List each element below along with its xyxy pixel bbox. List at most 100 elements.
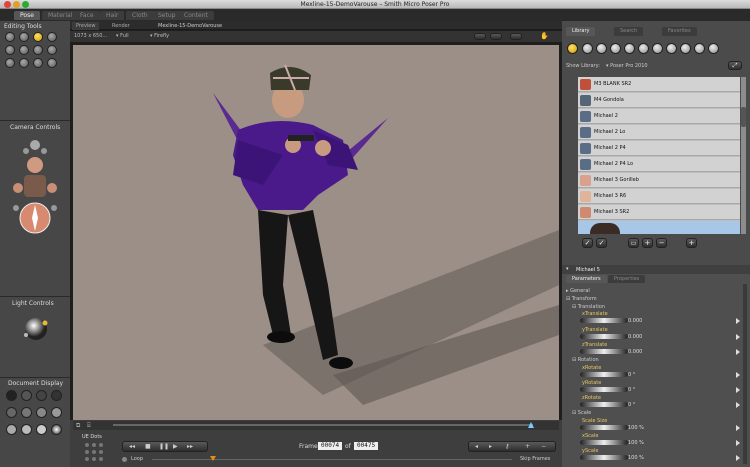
figures-category-icon[interactable]: [567, 43, 578, 54]
list-item[interactable]: Michael 3 SR2: [578, 205, 740, 220]
keyframes-icon[interactable]: ⧉: [76, 422, 80, 430]
list-item[interactable]: Michael 2 P4 Lo: [578, 157, 740, 172]
expressions-category-icon[interactable]: [596, 43, 607, 54]
previous-keyframe-button[interactable]: ◂: [475, 443, 478, 450]
param-dial[interactable]: [580, 455, 628, 460]
direct-manipulation-tool-icon[interactable]: [33, 58, 43, 68]
key-icon[interactable]: ⚷: [505, 443, 509, 450]
group-scale[interactable]: ⊟ Scale: [572, 410, 591, 416]
apply-add-icon[interactable]: ✓: [596, 238, 607, 248]
hair-category-icon[interactable]: [610, 43, 621, 54]
remove-keyframe-button[interactable]: −: [541, 443, 546, 450]
fast-forward-button[interactable]: ▸▸: [187, 443, 193, 450]
tab-material[interactable]: Material: [42, 11, 79, 20]
library-scrollbar[interactable]: [741, 77, 746, 234]
3d-scene[interactable]: [73, 45, 559, 420]
tab-preview[interactable]: Preview: [72, 22, 100, 30]
play-button[interactable]: ▶: [173, 443, 178, 450]
twist-tool-icon[interactable]: [19, 32, 29, 42]
scrollbar-thumb[interactable]: [741, 107, 746, 127]
param-menu-icon[interactable]: [736, 402, 740, 408]
add-to-library-icon[interactable]: +: [642, 238, 653, 248]
param-menu-icon[interactable]: [736, 425, 740, 431]
tab-parameters[interactable]: Parameters: [566, 275, 607, 283]
sketch-style-icon[interactable]: [51, 424, 62, 435]
wireframe-style-icon[interactable]: [36, 390, 47, 401]
param-value[interactable]: 0.000: [628, 334, 642, 340]
lights-category-icon[interactable]: [652, 43, 663, 54]
param-dial[interactable]: [580, 372, 628, 377]
stop-button[interactable]: ■: [145, 443, 151, 450]
add-keyframe-button[interactable]: +: [525, 443, 530, 450]
hidden-line-style-icon[interactable]: [51, 390, 62, 401]
materials-category-icon[interactable]: [680, 43, 691, 54]
timeline-scrubber-track[interactable]: [73, 421, 559, 430]
cameras-category-icon[interactable]: [666, 43, 677, 54]
show-library-dropdown[interactable]: ▾ Poser Pro 2010: [606, 63, 648, 69]
smooth-lined-style-icon[interactable]: [21, 424, 32, 435]
translate-tool-icon[interactable]: [33, 32, 43, 42]
camera-controls[interactable]: [8, 133, 62, 243]
render-engine-dropdown[interactable]: ▾ Firefly: [150, 33, 169, 39]
select-tool-icon[interactable]: [47, 58, 57, 68]
group-transform[interactable]: ⊟ Transform: [566, 296, 597, 302]
camera-select-icon[interactable]: [490, 33, 502, 40]
collections-category-icon[interactable]: [708, 43, 719, 54]
list-item[interactable]: Michael 2: [578, 109, 740, 124]
light-controls[interactable]: [22, 315, 50, 343]
close-window-button[interactable]: [4, 1, 11, 8]
grab-hand-icon[interactable]: ✋: [540, 32, 549, 40]
param-value[interactable]: 100 %: [628, 455, 644, 461]
collapse-icon[interactable]: ▾: [566, 266, 569, 272]
props-category-icon[interactable]: [638, 43, 649, 54]
graph-icon[interactable]: ⌸: [87, 422, 91, 430]
param-menu-icon[interactable]: [736, 318, 740, 324]
rewind-button[interactable]: ◂◂: [129, 443, 135, 450]
tab-cloth[interactable]: Cloth: [126, 11, 154, 20]
folder-icon[interactable]: ▭: [628, 238, 639, 248]
group-general[interactable]: ▸ General: [566, 288, 590, 294]
param-menu-icon[interactable]: [736, 455, 740, 461]
timeline-end-marker[interactable]: [528, 422, 534, 428]
tab-content[interactable]: Content: [178, 11, 214, 20]
zoom-window-button[interactable]: [22, 1, 29, 8]
loop-checkbox[interactable]: [122, 457, 127, 462]
tab-favorites[interactable]: Favorites: [662, 27, 697, 36]
param-dial[interactable]: [580, 318, 628, 323]
param-value[interactable]: 100 %: [628, 440, 644, 446]
pause-button[interactable]: ❚❚: [159, 443, 169, 450]
chain-break-tool-icon[interactable]: [19, 45, 29, 55]
lit-wireframe-style-icon[interactable]: [6, 407, 17, 418]
param-dial[interactable]: [580, 349, 628, 354]
param-dial[interactable]: [580, 402, 628, 407]
current-frame-marker[interactable]: [210, 456, 216, 461]
scenes-category-icon[interactable]: [694, 43, 705, 54]
param-value[interactable]: 100 %: [628, 425, 644, 431]
param-dial[interactable]: [580, 387, 628, 392]
view-layout-icon[interactable]: [510, 33, 522, 40]
list-item[interactable]: M3 BLANK SR2: [578, 77, 740, 92]
list-item[interactable]: Michael 2 P4: [578, 141, 740, 156]
minimize-window-button[interactable]: [13, 1, 20, 8]
poses-category-icon[interactable]: [582, 43, 593, 54]
param-menu-icon[interactable]: [736, 387, 740, 393]
tab-hair[interactable]: Hair: [100, 11, 125, 20]
document-tab[interactable]: Mexline-15-DemoVarouse: [154, 22, 226, 30]
tab-search[interactable]: Search: [614, 27, 644, 36]
tab-render[interactable]: Render: [108, 22, 134, 30]
list-item[interactable]: M4 Gondola: [578, 93, 740, 108]
apply-icon[interactable]: ✓: [582, 238, 593, 248]
figure-name[interactable]: Michael 5: [576, 267, 600, 273]
flat-shaded-style-icon[interactable]: [21, 407, 32, 418]
ue-dots-grid[interactable]: [84, 442, 106, 462]
param-value[interactable]: 0 °: [628, 372, 635, 378]
tab-face[interactable]: Face: [74, 11, 100, 20]
group-rotation[interactable]: ⊟ Rotation: [572, 357, 599, 363]
param-dial[interactable]: [580, 334, 628, 339]
list-item[interactable]: Michael 2 Lo: [578, 125, 740, 140]
group-translation[interactable]: ⊟ Translation: [572, 304, 605, 310]
tab-library[interactable]: Library: [566, 27, 596, 36]
param-dial[interactable]: [580, 425, 628, 430]
param-value[interactable]: 0 °: [628, 387, 635, 393]
morph-tool-icon[interactable]: [19, 58, 29, 68]
